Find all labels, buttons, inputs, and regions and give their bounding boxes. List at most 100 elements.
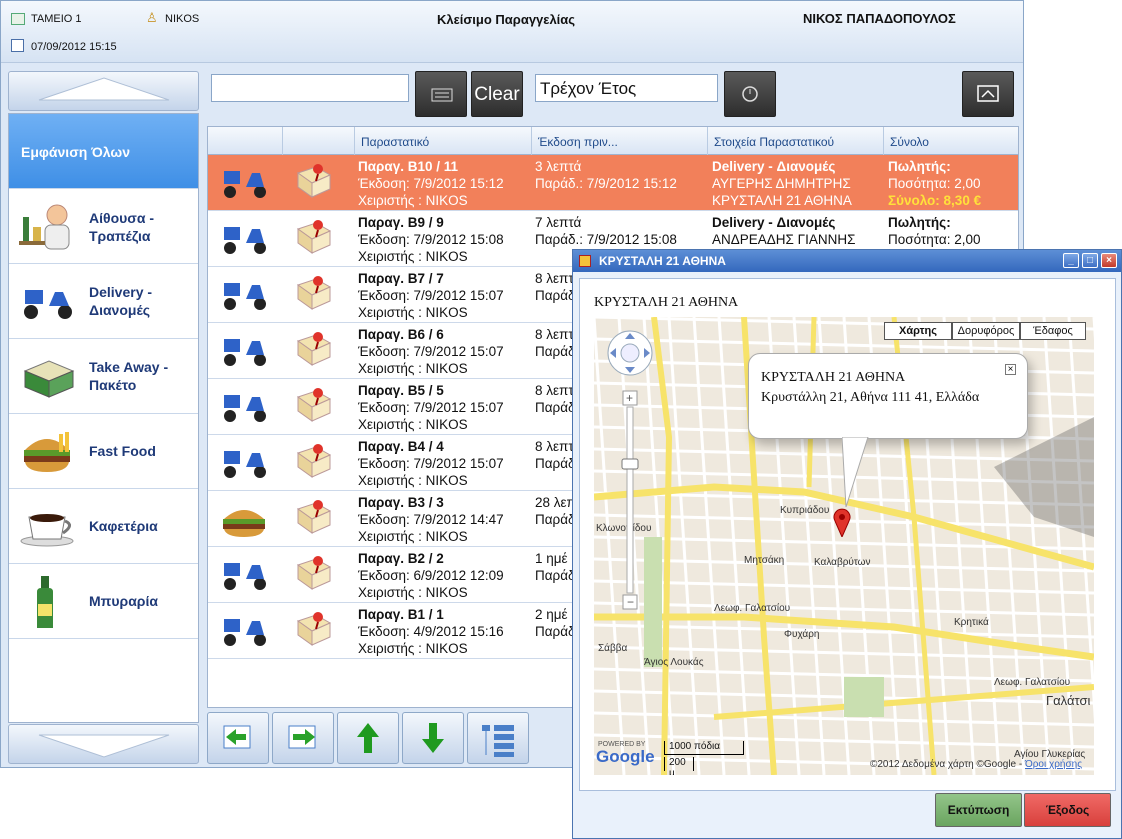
quantity: Ποσότητα: 2,00 — [888, 232, 981, 247]
keyboard-button[interactable] — [415, 71, 467, 117]
scooter-icon — [224, 563, 266, 590]
scroll-up-button[interactable] — [8, 71, 199, 111]
user-icon: ♙ — [146, 10, 158, 25]
maximize-button[interactable]: □ — [1082, 253, 1098, 268]
cashier: Χειριστής : NIKOS — [358, 473, 468, 488]
map-view[interactable]: Κυπριάδου Λεωφ. Γαλατσίου Κλωνοπίδου Σάβ… — [594, 317, 1094, 775]
prev-page-button[interactable] — [207, 712, 269, 764]
svg-text:+: + — [626, 391, 633, 405]
delivered-date: Παράδ — [535, 568, 576, 583]
move-down-button[interactable] — [402, 712, 464, 764]
col-header-map[interactable] — [282, 127, 354, 155]
scooter-icon — [224, 451, 266, 478]
map-pin-icon[interactable] — [294, 553, 334, 593]
expand-icon — [977, 85, 999, 102]
location-pin-icon — [833, 508, 851, 537]
col-header-type[interactable] — [208, 127, 282, 155]
map-type-terrain-button[interactable]: Έδαφος — [1020, 322, 1086, 340]
scooter-icon — [224, 227, 266, 254]
terms-link[interactable]: Όροι χρήσης — [1025, 759, 1082, 770]
doc-number: Παραγ. Β2 / 2 — [358, 551, 444, 566]
category-beer[interactable]: Μπυραρία — [9, 564, 198, 639]
issued-ago: 8 λεπτ — [535, 271, 574, 286]
doc-number: Παραγ. Β4 / 4 — [358, 439, 444, 454]
exit-button[interactable]: Έξοδος — [1024, 793, 1111, 827]
clock-icon — [742, 86, 758, 102]
bubble-close-icon[interactable]: × — [1005, 364, 1016, 375]
move-up-button[interactable] — [337, 712, 399, 764]
issued-date: Έκδοση: 4/9/2012 15:16 — [358, 624, 504, 639]
station-label: ΤΑΜΕΙΟ 1 — [31, 13, 82, 25]
map-heading: ΚΡΥΣΤΑΛΗ 21 ΑΘΗΝΑ — [594, 295, 739, 310]
doc-number: Παραγ. Β6 / 6 — [358, 327, 444, 342]
cashier: Χειριστής : NIKOS — [358, 417, 468, 432]
col-header-issued-ago[interactable]: Έκδοση πριν... — [531, 127, 707, 155]
minimize-button[interactable]: _ — [1063, 253, 1079, 268]
clock-button[interactable] — [724, 71, 776, 117]
next-page-button[interactable] — [272, 712, 334, 764]
map-type-satellite-button[interactable]: Δορυφόρος — [952, 322, 1020, 340]
details-button[interactable] — [467, 712, 529, 764]
page-back-icon — [223, 725, 251, 749]
col-header-document[interactable]: Παραστατικό — [354, 127, 531, 155]
issued-ago: 1 ημέ — [535, 551, 568, 566]
arrow-down-green-icon — [422, 723, 444, 753]
map-pin-icon[interactable] — [294, 161, 334, 201]
category-all[interactable]: Εμφάνιση Όλων — [9, 114, 198, 189]
grid-header: Παραστατικό Έκδοση πριν... Στοιχεία Παρα… — [208, 127, 1018, 155]
cashier: Χειριστής : NIKOS — [358, 249, 468, 264]
customer-name: ΑΥΓΕΡΗΣ ΔΗΜΗΤΡΗΣ — [712, 176, 851, 191]
close-button[interactable]: × — [1101, 253, 1117, 268]
doc-number: Παραγ. Β3 / 3 — [358, 495, 444, 510]
map-pin-icon[interactable] — [294, 609, 334, 649]
quantity: Ποσότητα: 2,00 — [888, 176, 981, 191]
cashier: Χειριστής : NIKOS — [358, 305, 468, 320]
map-pin-icon[interactable] — [294, 329, 334, 369]
issued-ago: 8 λεπτ — [535, 383, 574, 398]
cashier: Χειριστής : NIKOS — [358, 193, 468, 208]
scooter-icon — [224, 339, 266, 366]
period-select[interactable]: Τρέχον Έτος — [535, 74, 718, 102]
col-header-details[interactable]: Στοιχεία Παραστατικού — [707, 127, 883, 155]
customer-name: ΝΙΚΟΣ ΠΑΠΑΔΟΠΟΥΛΟΣ — [803, 11, 956, 26]
category-hall-tables[interactable]: Αίθουσα - Τραπέζια — [9, 189, 198, 264]
category-cafeteria[interactable]: Καφετέρια — [9, 489, 198, 564]
waiter-icon — [19, 204, 70, 250]
scooter-icon — [224, 283, 266, 310]
issued-ago: 3 λεπτά — [535, 159, 582, 174]
expand-button[interactable] — [962, 71, 1014, 117]
delivered-date: Παράδ — [535, 400, 576, 415]
map-pin-icon[interactable] — [294, 441, 334, 481]
issued-date: Έκδοση: 7/9/2012 15:07 — [358, 400, 504, 415]
user-label: NIKOS — [165, 13, 200, 25]
cashier: Χειριστής : NIKOS — [358, 529, 468, 544]
issued-date: Έκδοση: 7/9/2012 15:07 — [358, 288, 504, 303]
map-pin-icon[interactable] — [294, 385, 334, 425]
issued-ago: 2 ημέ — [535, 607, 568, 622]
table-row[interactable]: Παραγ. Β10 / 11 Έκδοση: 7/9/2012 15:12 Χει… — [208, 155, 1018, 211]
map-pin-icon[interactable] — [294, 497, 334, 537]
map-type-map-button[interactable]: Χάρτης — [884, 322, 952, 340]
issued-date: Έκδοση: 6/9/2012 12:09 — [358, 568, 504, 583]
search-input[interactable] — [211, 74, 409, 102]
map-pin-icon[interactable] — [294, 217, 334, 257]
doc-number: Παραγ. Β5 / 5 — [358, 383, 444, 398]
issued-date: Έκδοση: 7/9/2012 15:12 — [358, 176, 504, 191]
scale-feet: 1000 πόδια — [664, 741, 744, 755]
seller-label: Πωλητής: — [888, 215, 951, 230]
burger-icon — [223, 510, 265, 537]
seller-label: Πωλητής: — [888, 159, 951, 174]
scroll-down-button[interactable] — [8, 724, 199, 764]
clear-button[interactable]: Clear — [471, 71, 523, 117]
print-button[interactable]: Εκτύπωση — [935, 793, 1022, 827]
category-takeaway[interactable]: Take Away - Πακέτο — [9, 339, 198, 414]
map-zoom-control[interactable]: + − — [602, 325, 660, 615]
scooter-icon — [224, 619, 266, 646]
issued-ago: 8 λεπτ — [535, 327, 574, 342]
row-total: Σύνολο: 8,30 € — [888, 193, 982, 208]
bubble-tail — [842, 437, 869, 508]
col-header-total[interactable]: Σύνολο — [883, 127, 1018, 155]
map-pin-icon[interactable] — [294, 273, 334, 313]
category-fastfood[interactable]: Fast Food — [9, 414, 198, 489]
category-delivery[interactable]: Delivery - Διανομές — [9, 264, 198, 339]
